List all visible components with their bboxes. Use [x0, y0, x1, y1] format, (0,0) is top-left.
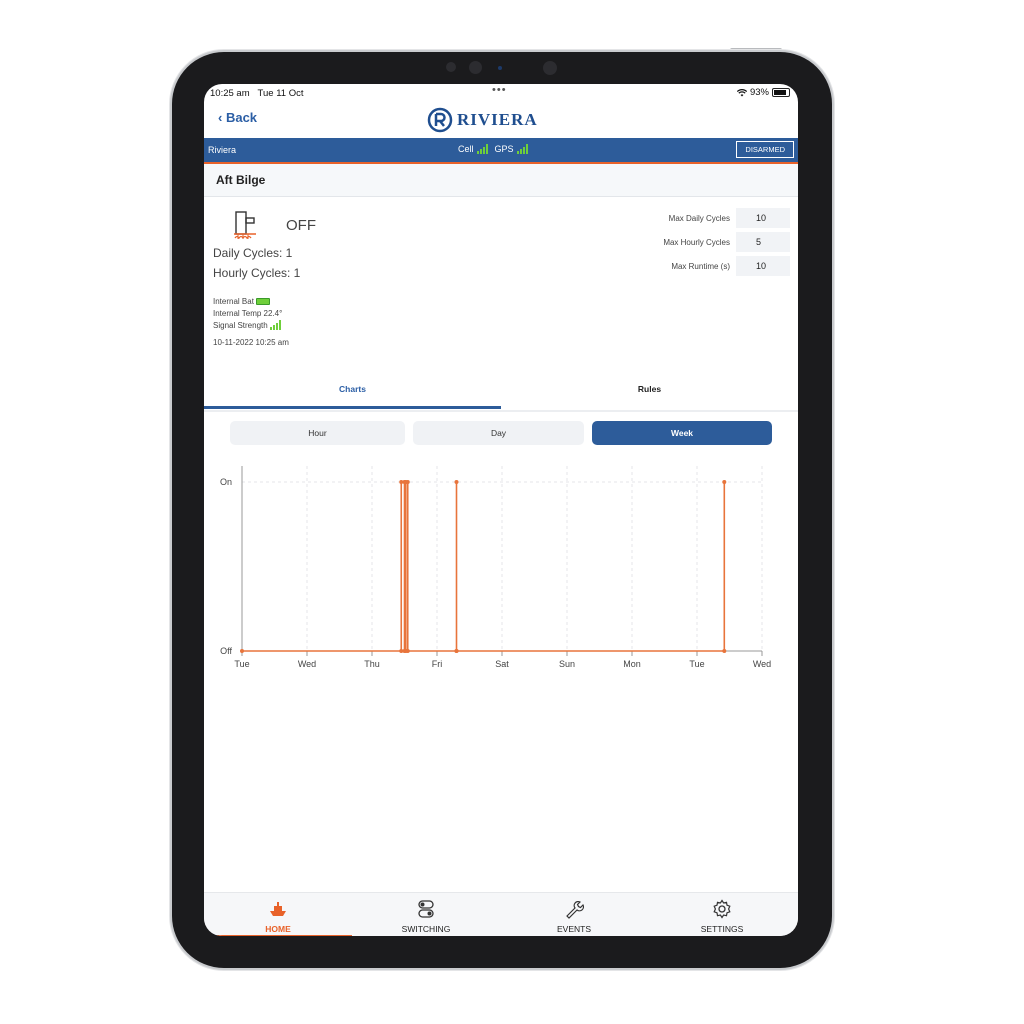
internal-bat-label: Internal Bat: [213, 297, 254, 306]
x-tick-label: Sat: [495, 659, 509, 669]
gear-icon: [713, 899, 731, 919]
tab-settings[interactable]: SETTINGS: [648, 893, 796, 936]
content-tabs: Charts Rules: [204, 380, 798, 412]
tab-switching-label: SWITCHING: [401, 924, 451, 934]
logo-text: RIVIERA: [457, 110, 538, 129]
cell-signal-icon: [476, 144, 488, 154]
toggle-switch-icon: [418, 900, 434, 918]
x-tick-label: Tue: [234, 659, 249, 669]
data-point: [454, 649, 459, 653]
boat-name: Riviera: [208, 145, 237, 155]
limit-label: Max Runtime (s): [671, 261, 730, 271]
limit-label: Max Hourly Cycles: [663, 237, 730, 247]
bottom-tab-bar: HOME SWITCHING EVENTS SETTINGS: [204, 892, 798, 936]
limit-max-daily-cycles: Max Daily Cycles 10: [663, 208, 790, 228]
app-screen: 10:25 am Tue 11 Oct ••• 93% ‹ Back RIVIE…: [204, 84, 798, 936]
x-tick-label: Tue: [689, 659, 704, 669]
x-tick-label: Sun: [559, 659, 575, 669]
last-update-timestamp: 10-11-2022 10:25 am: [213, 338, 289, 347]
hourly-cycles: Hourly Cycles: 1: [213, 266, 301, 280]
active-tab-underline: [204, 935, 352, 936]
x-tick-label: Fri: [432, 659, 443, 669]
camera-dot-left: [446, 62, 456, 72]
limit-value-field[interactable]: 5: [736, 232, 790, 252]
range-hour-button[interactable]: Hour: [230, 421, 405, 445]
back-button[interactable]: ‹ Back: [218, 110, 257, 125]
data-point: [405, 649, 410, 653]
x-tick-label: Wed: [753, 659, 771, 669]
x-tick-label: Mon: [623, 659, 641, 669]
boat-icon: [270, 902, 286, 916]
disarmed-button[interactable]: DISARMED: [736, 141, 794, 158]
status-date: Tue 11 Oct: [257, 88, 304, 99]
data-point: [454, 480, 459, 484]
daily-cycles: Daily Cycles: 1: [213, 246, 293, 260]
data-point: [722, 649, 727, 653]
tab-rules[interactable]: Rules: [501, 384, 798, 394]
active-tab-indicator: [204, 406, 501, 409]
wifi-icon: [736, 88, 747, 96]
cycles-chart: Tue Wed Thu Fri Sat Sun Mon Tue Wed Off On: [220, 466, 771, 669]
status-time: 10:25 am: [210, 88, 250, 99]
cell-label: Cell: [458, 144, 474, 154]
page-header: Aft Bilge: [204, 164, 798, 197]
data-point: [405, 480, 410, 484]
y-tick-label: On: [220, 477, 232, 487]
tab-charts[interactable]: Charts: [204, 384, 501, 394]
tab-home[interactable]: HOME: [204, 893, 352, 936]
wrench-icon: [566, 900, 584, 919]
data-point: [240, 649, 244, 653]
battery-icon: [772, 88, 790, 97]
camera-dot: [469, 61, 482, 74]
internal-battery: Internal Bat: [213, 297, 270, 306]
limit-value-field[interactable]: 10: [736, 256, 790, 276]
series-line: [242, 481, 726, 652]
gps-label: GPS: [494, 144, 514, 154]
bilge-pump-icon: [234, 211, 256, 240]
internal-temp: Internal Temp 22.4°: [213, 309, 283, 318]
gps-signal-icon: [516, 144, 528, 154]
vessel-status-bar: Riviera Cell GPS DISARMED: [204, 138, 798, 164]
limit-label: Max Daily Cycles: [668, 213, 730, 223]
page-title: Aft Bilge: [216, 173, 266, 187]
signal-strength-label: Signal Strength: [213, 320, 268, 330]
limit-max-hourly-cycles: Max Hourly Cycles 5: [663, 232, 790, 252]
tab-switching[interactable]: SWITCHING: [352, 893, 500, 936]
navigation-bar: ‹ Back RIVIERA: [204, 102, 798, 138]
tab-home-label: HOME: [265, 924, 291, 934]
battery-percent: 93%: [749, 87, 769, 98]
limit-max-runtime: Max Runtime (s) 10: [663, 256, 790, 276]
limit-value-field[interactable]: 10: [736, 208, 790, 228]
range-day-button[interactable]: Day: [413, 421, 584, 445]
x-tick-label: Wed: [298, 659, 316, 669]
data-point: [722, 480, 727, 484]
y-tick-label: Off: [220, 646, 232, 656]
x-tick-label: Thu: [364, 659, 380, 669]
riviera-emblem-icon: [427, 107, 453, 133]
front-camera: [543, 61, 557, 75]
riviera-logo: RIVIERA: [427, 107, 538, 133]
camera-indicator: [498, 66, 502, 70]
back-label: Back: [225, 110, 258, 125]
status-bar: 10:25 am Tue 11 Oct ••• 93%: [204, 84, 798, 102]
multitasking-dots[interactable]: •••: [492, 84, 507, 96]
limits-panel: Max Daily Cycles 10 Max Hourly Cycles 5 …: [663, 208, 790, 280]
range-week-button[interactable]: Week: [592, 421, 772, 445]
battery-level-icon: [255, 298, 270, 305]
signal-strength: Signal Strength: [213, 320, 285, 330]
tab-events[interactable]: EVENTS: [500, 893, 648, 936]
pump-state: OFF: [286, 217, 316, 234]
tab-settings-label: SETTINGS: [700, 924, 744, 934]
signal-strength-icon: [269, 320, 281, 330]
tab-events-label: EVENTS: [556, 924, 591, 934]
